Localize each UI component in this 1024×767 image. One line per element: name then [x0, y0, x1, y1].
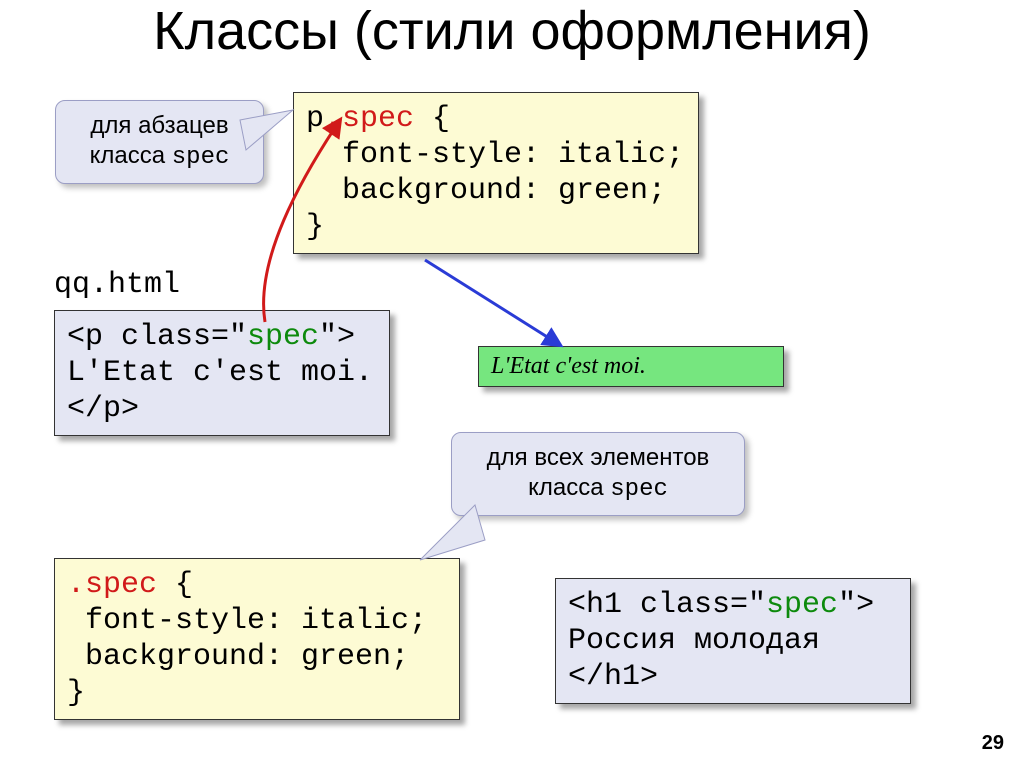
callout1-line1: для абзацев	[90, 112, 228, 139]
rendered-output: L'Etat c'est moi.	[478, 346, 784, 387]
slide-title: Классы (стили оформления)	[0, 0, 1024, 62]
css2-l3: background: green;	[67, 640, 409, 674]
html2-l3: </h1>	[568, 660, 658, 694]
css1-l2: font-style: italic;	[306, 138, 684, 172]
css2-l1a: .spec	[67, 568, 157, 602]
html1-l1b: spec	[247, 320, 319, 354]
css-code-p-spec: p.spec { font-style: italic; background:…	[293, 92, 699, 254]
filename-label: qq.html	[54, 268, 180, 302]
css1-l3: background: green;	[306, 174, 666, 208]
html1-l1c: ">	[319, 320, 355, 354]
callout2-line2b: spec	[610, 476, 668, 503]
callout-all-spec: для всех элементов класса spec	[451, 432, 745, 516]
css1-l1b: .spec	[324, 102, 414, 136]
html1-l2: L'Etat c'est moi.	[67, 356, 373, 390]
html2-l2: Россия молодая	[568, 624, 820, 658]
css2-l1b: {	[157, 568, 193, 602]
html1-l3: </p>	[67, 392, 139, 426]
callout2-line2a: класса	[528, 474, 610, 501]
callout1-line2b: spec	[172, 144, 230, 171]
html2-l1c: ">	[838, 588, 874, 622]
css-code-spec: .spec { font-style: italic; background: …	[54, 558, 460, 720]
css2-l4: }	[67, 676, 85, 710]
css1-l1c: {	[414, 102, 450, 136]
html1-l1a: <p class="	[67, 320, 247, 354]
callout1-line2a: класса	[90, 142, 172, 169]
html-code-p: <p class="spec"> L'Etat c'est moi. </p>	[54, 310, 390, 436]
html2-l1a: <h1 class="	[568, 588, 766, 622]
css1-l1a: p	[306, 102, 324, 136]
html2-l1b: spec	[766, 588, 838, 622]
css2-l2: font-style: italic;	[67, 604, 427, 638]
css1-l4: }	[306, 210, 324, 244]
page-number: 29	[982, 732, 1004, 755]
html-code-h1: <h1 class="spec"> Россия молодая </h1>	[555, 578, 911, 704]
callout-paragraph-spec: для абзацев класса spec	[55, 100, 264, 184]
callout2-line1: для всех элементов	[487, 444, 710, 471]
